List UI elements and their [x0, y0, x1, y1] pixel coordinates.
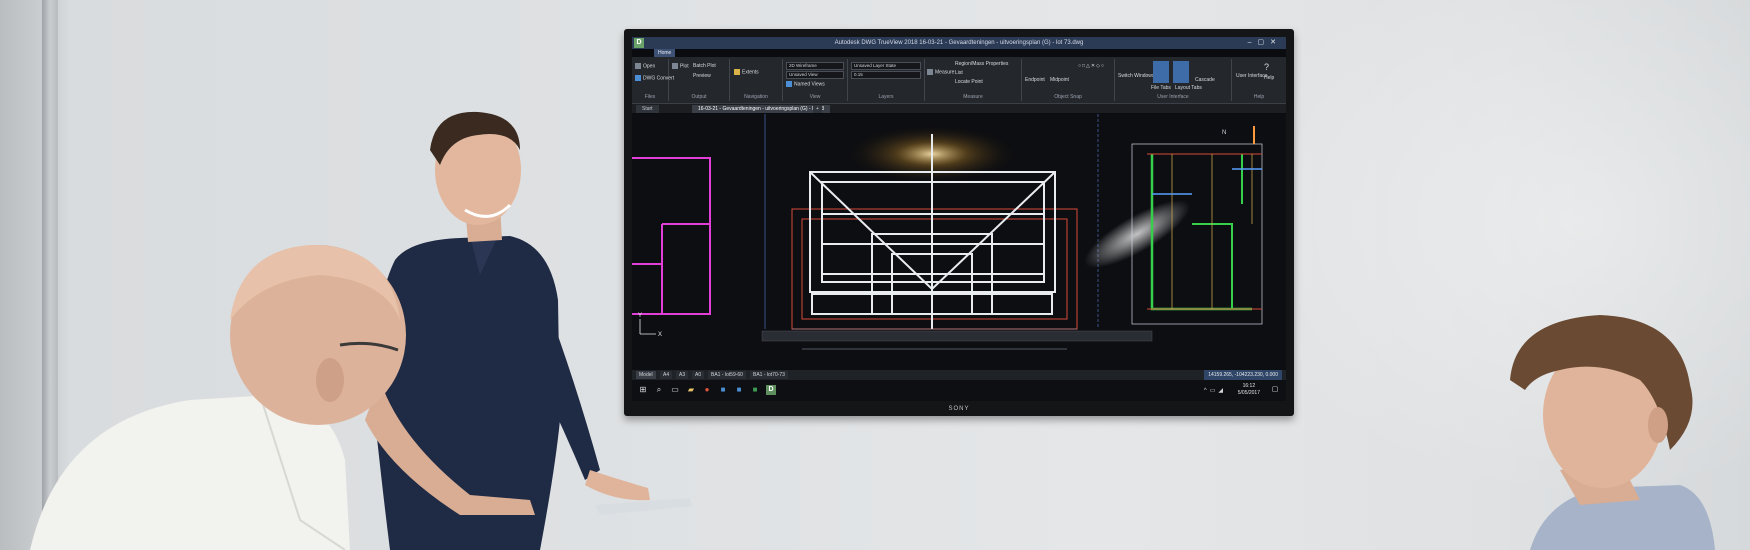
- presenter: [362, 111, 692, 550]
- seated-man-left: [30, 245, 406, 550]
- office-scene: D Autodesk DWG TrueView 2018 16-03-21 - …: [0, 0, 1750, 550]
- people-layer: [30, 111, 1715, 550]
- seated-man-right: [1510, 315, 1715, 550]
